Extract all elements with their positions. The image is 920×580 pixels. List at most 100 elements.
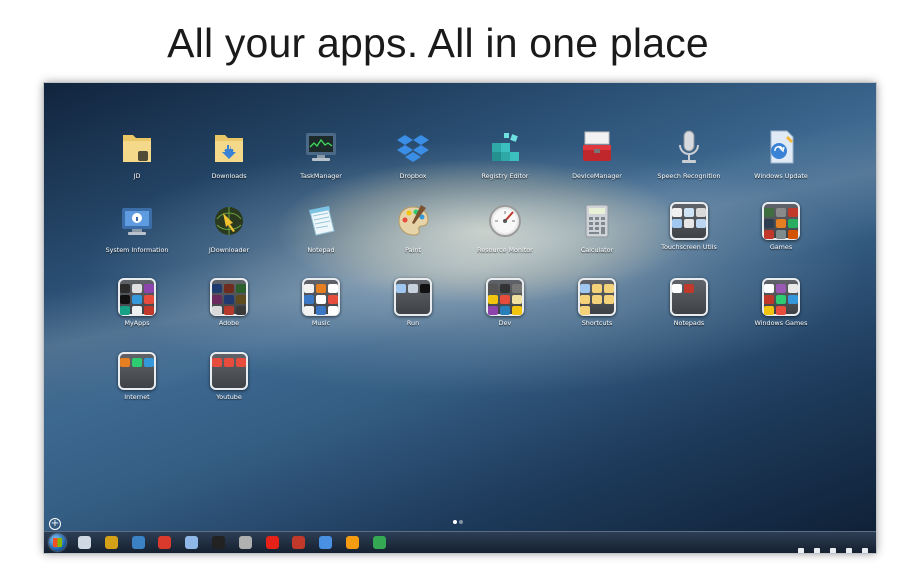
folder-mini-icon [316, 306, 326, 315]
folder-mini-icon [212, 295, 222, 304]
record-icon[interactable] [292, 536, 306, 549]
app-youtube[interactable]: Youtube [184, 349, 274, 401]
folder-icon [670, 278, 708, 316]
person-icon[interactable] [238, 536, 252, 549]
folder-mini-icon [120, 306, 130, 315]
folder-mini-icon [776, 295, 786, 304]
app-downloads[interactable]: Downloads [184, 125, 274, 180]
folder-mini-icon [764, 284, 774, 293]
gauge-icon [483, 199, 527, 243]
app-label: Shortcuts [581, 319, 613, 327]
folder-mini-icon [592, 295, 602, 304]
app-windows-games[interactable]: Windows Games [736, 275, 826, 327]
folder-mini-icon [696, 208, 706, 217]
app-games[interactable]: Games [736, 199, 826, 251]
app-dev[interactable]: Dev [460, 275, 550, 327]
app-label: Games [769, 243, 793, 251]
vlc-icon[interactable] [346, 536, 359, 549]
tray-network-icon[interactable] [862, 548, 868, 553]
folder-mini-icon [788, 208, 798, 217]
folder-mini-icon [604, 295, 614, 304]
start-button[interactable] [49, 534, 66, 551]
app-run[interactable]: Run [368, 275, 458, 327]
folder-mini-icon [776, 306, 786, 315]
app-label: JDownloader [208, 246, 250, 254]
folder-icon [578, 278, 616, 316]
app-speech-recognition[interactable]: Speech Recognition [644, 125, 734, 180]
folder-download-icon [207, 125, 251, 169]
folder-mini-icon [420, 284, 430, 293]
app-label: TaskManager [300, 172, 342, 180]
app-windows-update[interactable]: Windows Update [736, 125, 826, 180]
palette-icon [391, 199, 435, 243]
app-label: Touchscreen Utils [661, 243, 717, 251]
app-jdownloader[interactable]: JDownloader [184, 199, 274, 254]
folder-mini-icon [500, 284, 510, 293]
chrome-icon[interactable] [372, 536, 386, 549]
photos-icon[interactable] [78, 536, 91, 549]
app-myapps[interactable]: MyApps [92, 275, 182, 327]
app-jd[interactable]: JD [92, 125, 182, 180]
app-shortcuts[interactable]: Shortcuts [552, 275, 642, 327]
app-devicemanager[interactable]: DeviceManager [552, 125, 642, 180]
app-touchscreen-utils[interactable]: Touchscreen Utils [644, 199, 734, 251]
folder-mini-icon [696, 219, 706, 228]
tray-volume-icon[interactable] [845, 548, 852, 553]
app-calculator[interactable]: Calculator [552, 199, 642, 254]
app-notepads[interactable]: Notepads [644, 275, 734, 327]
folder-icon [210, 352, 248, 390]
windows-logo-icon [53, 538, 62, 547]
app-label: Speech Recognition [657, 172, 721, 180]
app-taskmanager[interactable]: TaskManager [276, 125, 366, 180]
folder-mini-icon [236, 358, 246, 367]
folder-mini-icon [764, 230, 774, 239]
tray-arrow-icon[interactable] [797, 548, 804, 553]
youtube-icon[interactable] [265, 536, 279, 549]
arrow-icon[interactable] [319, 536, 333, 549]
folder-mini-icon [224, 358, 234, 367]
folder-mini-icon [408, 284, 418, 293]
taskbar [44, 531, 876, 553]
app-paint[interactable]: Paint [368, 199, 458, 254]
jdownloader-icon[interactable] [104, 536, 118, 549]
folder-mini-icon [488, 295, 498, 304]
folder-mini-icon [788, 295, 798, 304]
terminal-icon[interactable] [212, 536, 225, 549]
app-system-information[interactable]: System Information [92, 199, 182, 254]
app-adobe[interactable]: Adobe [184, 275, 274, 327]
folder-mini-icon [512, 284, 522, 293]
windows-flag-icon[interactable] [131, 536, 145, 549]
folder-mini-icon [512, 295, 522, 304]
folder-mini-icon [580, 306, 590, 315]
calculator-icon [575, 199, 619, 243]
microphone-icon [667, 125, 711, 169]
folder-mini-icon [764, 219, 774, 228]
folder-mini-icon [212, 284, 222, 293]
red-diamond-icon[interactable] [158, 536, 172, 549]
launcher-screen: JD Downloads TaskManager Dropbox Registry Ed… [44, 83, 876, 553]
tray-device-icon[interactable] [813, 548, 820, 553]
app-label: Resource Monitor [477, 246, 533, 254]
page-dot[interactable] [459, 520, 463, 524]
folder-mini-icon [328, 284, 338, 293]
app-notepad[interactable]: Notepad [276, 199, 366, 254]
folder-icon [762, 202, 800, 240]
app-internet[interactable]: Internet [92, 349, 182, 401]
page-dot[interactable] [453, 520, 457, 524]
folder-mini-icon [316, 295, 326, 304]
app-registry-editor[interactable]: Registry Editor [460, 125, 550, 180]
tray-flag-icon[interactable] [829, 548, 836, 553]
add-icon[interactable]: + [49, 518, 61, 530]
folder-mini-icon [776, 284, 786, 293]
app-resource-monitor[interactable]: Resource Monitor [460, 199, 550, 254]
folder-mini-icon [764, 208, 774, 217]
app-label: Notepad [307, 246, 335, 254]
app-dropbox[interactable]: Dropbox [368, 125, 458, 180]
folder-mini-icon [316, 284, 326, 293]
folder-mini-icon [224, 306, 234, 315]
folder-mini-icon [488, 284, 498, 293]
folder-mini-icon [776, 230, 786, 239]
folder-mini-icon [224, 284, 234, 293]
app-music[interactable]: Music [276, 275, 366, 327]
launcher-icon[interactable] [185, 536, 199, 549]
